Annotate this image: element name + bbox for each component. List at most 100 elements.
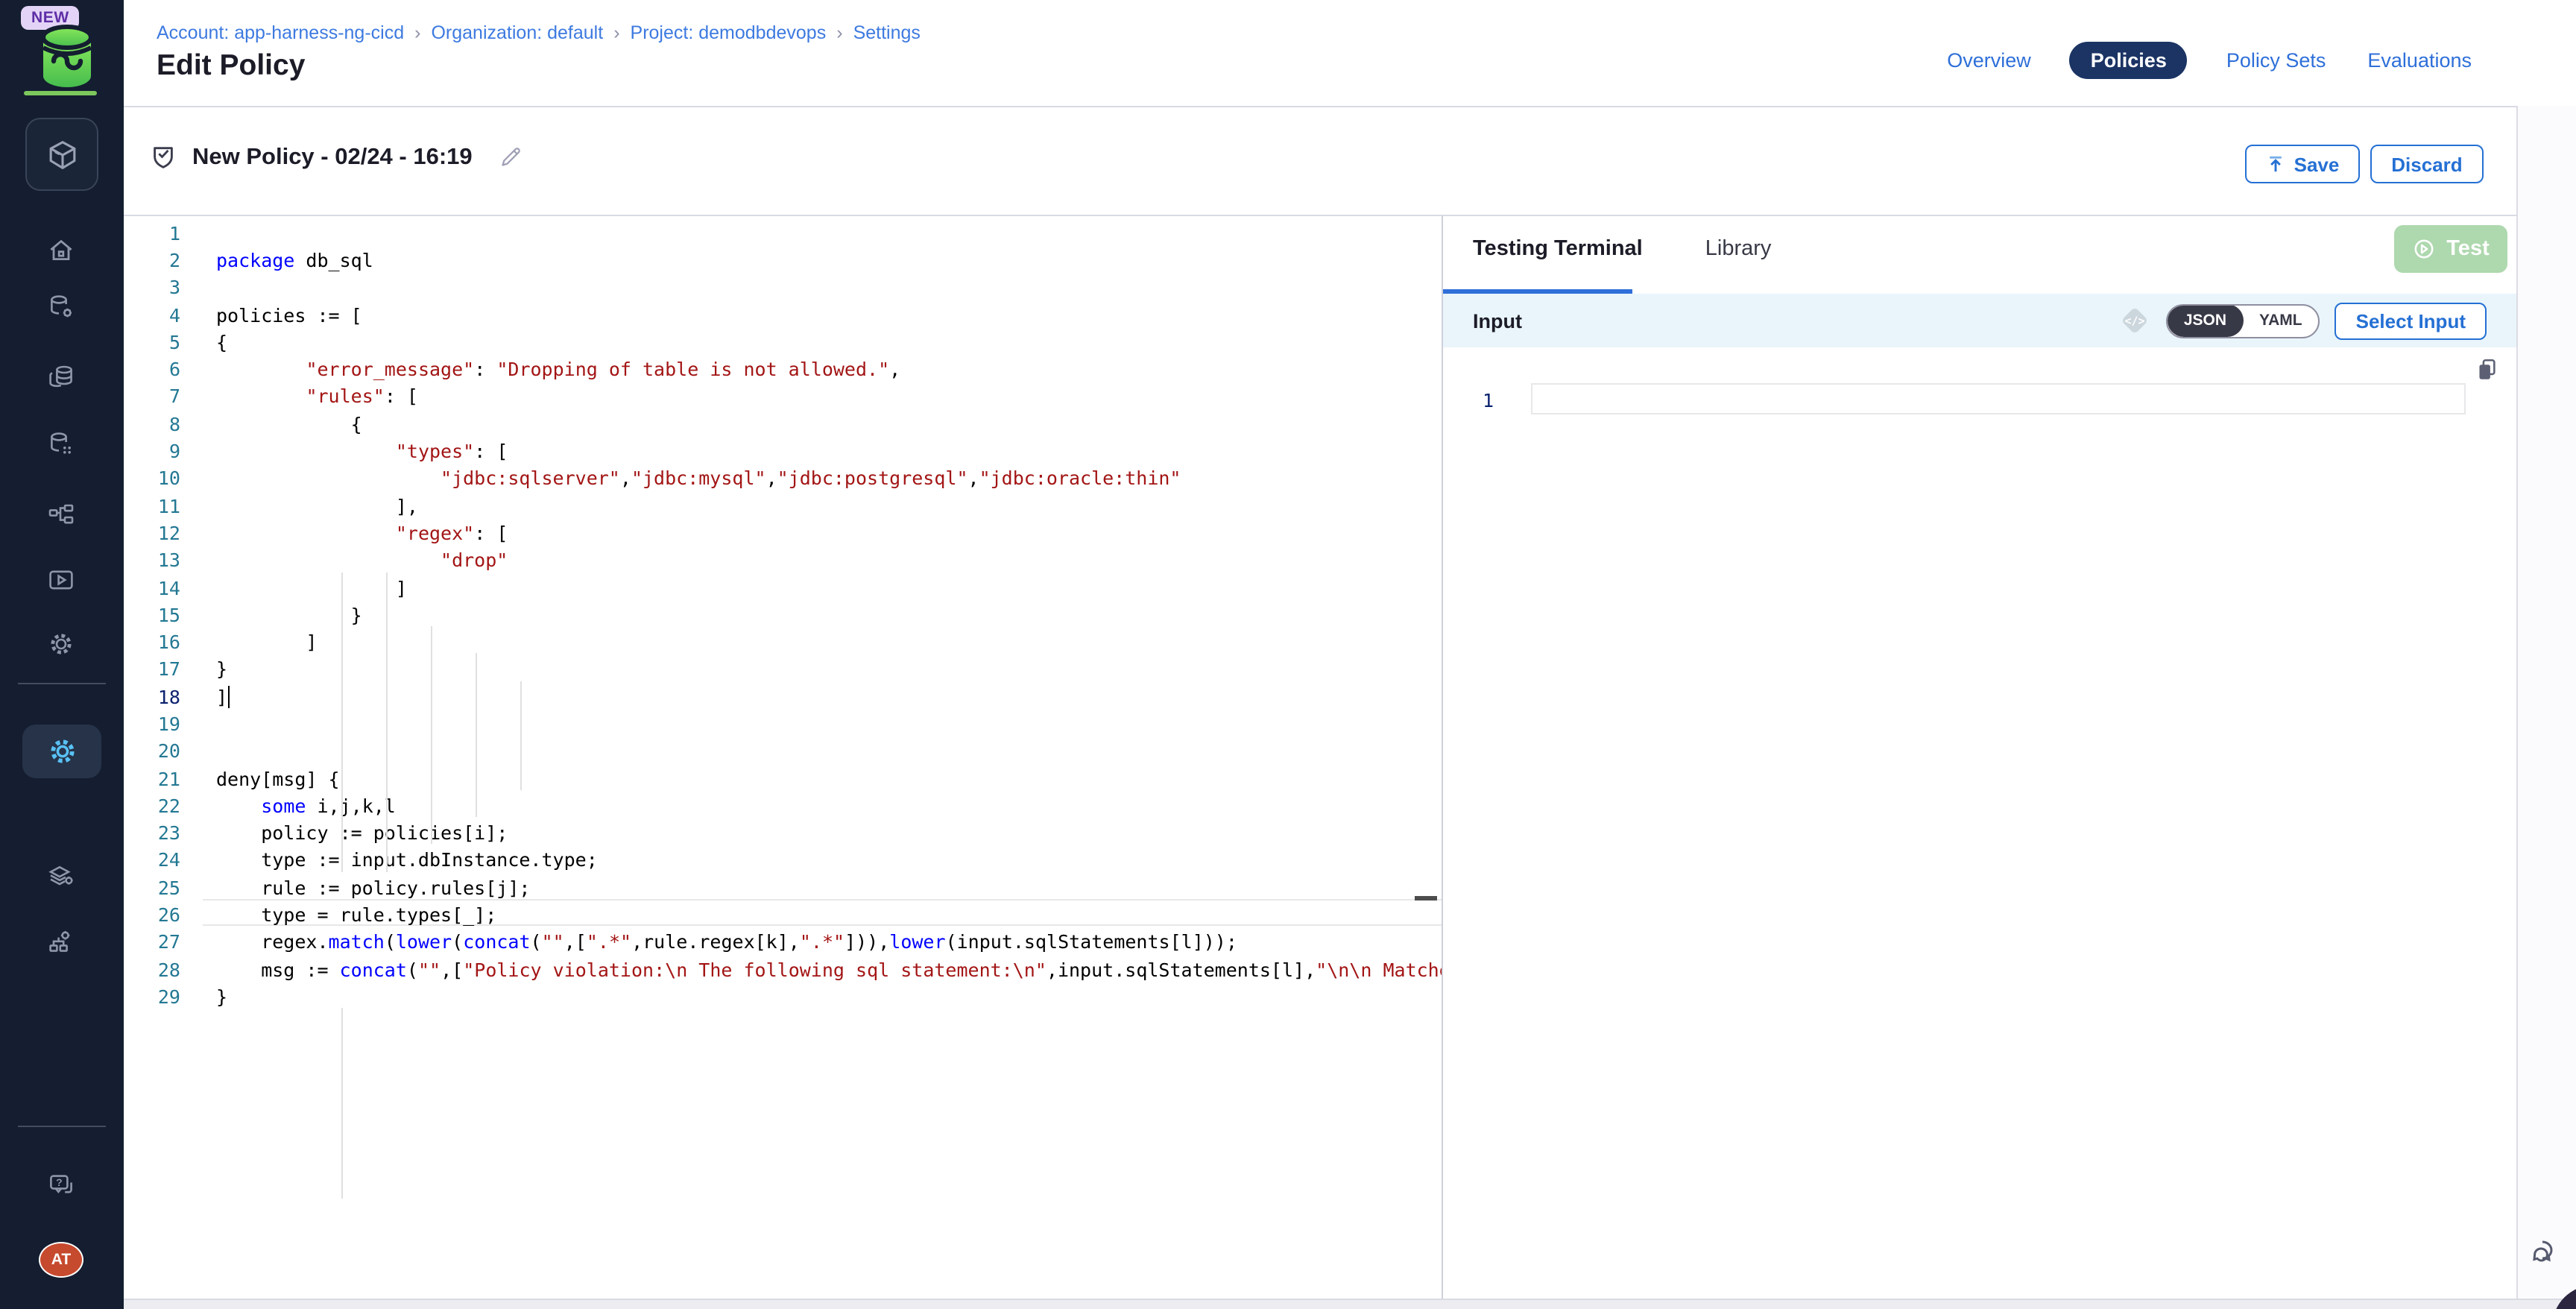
code-line[interactable]: 8 { <box>124 410 1442 438</box>
code-line[interactable]: 7 "rules": [ <box>124 383 1442 411</box>
sidebar-item-db-instances[interactable] <box>34 422 88 467</box>
input-current-line[interactable] <box>1531 383 2466 414</box>
code-line[interactable]: 14 ] <box>124 574 1442 602</box>
code-line[interactable]: 23 policy := policies[i]; <box>124 819 1442 847</box>
code-text: "regex": [ <box>216 522 508 544</box>
harness-db-devops-logo-icon[interactable] <box>36 24 98 92</box>
code-line[interactable]: 16 ] <box>124 628 1442 656</box>
code-line[interactable]: 28 msg := concat("",["Policy violation:\… <box>124 956 1442 983</box>
code-line[interactable]: 1 <box>124 219 1442 247</box>
code-line[interactable]: 24 type := input.dbInstance.type; <box>124 847 1442 874</box>
sidebar-item-executions[interactable] <box>34 558 88 602</box>
code-line[interactable]: 12 "regex": [ <box>124 520 1442 547</box>
code-line[interactable]: 9 "types": [ <box>124 438 1442 465</box>
input-label: Input <box>1473 309 1522 332</box>
code-text: "jdbc:sqlserver","jdbc:mysql","jdbc:post… <box>216 467 1181 490</box>
code-line[interactable]: 27 regex.match(lower(concat("",[".*",rul… <box>124 928 1442 956</box>
sidebar-divider <box>18 683 106 684</box>
format-option-json[interactable]: JSON <box>2168 304 2243 337</box>
settings-gear-icon <box>45 735 78 768</box>
line-number: 29 <box>124 985 180 1008</box>
sidebar-item-pipelines[interactable] <box>34 493 88 538</box>
nav-link-policies[interactable]: Policies <box>2070 42 2188 79</box>
line-number: 23 <box>124 821 180 844</box>
code-text: ] <box>216 685 230 707</box>
code-text: } <box>216 985 227 1008</box>
nav-link-evaluations[interactable]: Evaluations <box>2364 42 2475 79</box>
page-right-strip <box>2516 106 2576 1309</box>
breadcrumb-item[interactable]: Settings <box>853 22 921 43</box>
format-toggle[interactable]: JSONYAML <box>2166 303 2320 338</box>
code-line[interactable]: 10 "jdbc:sqlserver","jdbc:mysql","jdbc:p… <box>124 464 1442 492</box>
code-line[interactable]: 4policies := [ <box>124 301 1442 329</box>
code-line[interactable]: 5{ <box>124 328 1442 356</box>
code-line[interactable]: 26 type = rule.types[_]; <box>124 901 1442 929</box>
code-line[interactable]: 19 <box>124 710 1442 738</box>
play-circle-icon <box>2412 237 2436 261</box>
code-line[interactable]: 2package db_sql <box>124 247 1442 274</box>
code-line[interactable]: 11 ], <box>124 492 1442 520</box>
code-line[interactable]: 25 rule := policy.rules[j]; <box>124 874 1442 901</box>
breadcrumb-item[interactable]: Project: demodbdevops <box>631 22 827 43</box>
input-bar: Input </> JSONYAML Select Input <box>1443 294 2516 347</box>
user-avatar[interactable]: AT <box>39 1242 83 1278</box>
line-number: 12 <box>124 522 180 544</box>
breadcrumb-item[interactable]: Account: app-harness-ng-cicd <box>157 22 404 43</box>
copy-icon[interactable] <box>2475 356 2500 383</box>
code-line[interactable]: 20 <box>124 737 1442 765</box>
policy-code-editor[interactable]: 12package db_sql34policies := [5{6 "erro… <box>124 216 1442 1299</box>
tab-testing-terminal[interactable]: Testing Terminal <box>1473 237 1643 261</box>
sidebar-item-gear[interactable] <box>34 622 88 666</box>
code-line[interactable]: 17} <box>124 656 1442 684</box>
upload-arrow-icon <box>2266 154 2285 174</box>
format-option-yaml[interactable]: YAML <box>2243 304 2319 337</box>
indent-guide <box>385 572 387 872</box>
code-line[interactable]: 3 <box>124 274 1442 301</box>
code-line[interactable]: 29} <box>124 983 1442 1011</box>
test-button[interactable]: Test <box>2394 225 2507 273</box>
text-cursor <box>227 685 230 707</box>
select-input-button[interactable]: Select Input <box>2335 302 2487 339</box>
code-line[interactable]: 18] <box>124 683 1442 710</box>
discard-button[interactable]: Discard <box>2370 145 2484 183</box>
line-number: 8 <box>124 412 180 435</box>
sidebar-item-db-schemas[interactable] <box>34 353 88 398</box>
chat-bubbles-icon[interactable] <box>2528 1237 2561 1273</box>
code-text: policy := policies[i]; <box>216 821 508 844</box>
sidebar-item-infrastructure-settings[interactable] <box>34 920 88 965</box>
line-number: 27 <box>124 931 180 953</box>
code-line[interactable]: 21deny[msg] { <box>124 765 1442 792</box>
code-line[interactable]: 15 } <box>124 601 1442 628</box>
line-number: 25 <box>124 877 180 899</box>
testing-panel: Testing Terminal Library Test Input </> J… <box>1443 216 2516 1299</box>
code-line[interactable]: 6 "error_message": "Dropping of table is… <box>124 356 1442 383</box>
line-number: 15 <box>124 604 180 626</box>
tab-library[interactable]: Library <box>1705 237 1772 261</box>
top-nav: Overview Policies Policy Sets Evaluations <box>1923 42 2475 79</box>
coins-stack-icon <box>46 361 76 391</box>
sidebar-item-module-selector[interactable] <box>25 118 98 191</box>
line-number: 21 <box>124 767 180 789</box>
sidebar-item-home[interactable] <box>34 228 88 273</box>
sidebar-item-layers-settings[interactable] <box>34 854 88 899</box>
line-number: 17 <box>124 658 180 681</box>
code-text: regex.match(lower(concat("",[".*",rule.r… <box>216 931 1237 953</box>
line-number: 14 <box>124 576 180 599</box>
save-button[interactable]: Save <box>2245 145 2360 183</box>
input-editor-line[interactable]: 1 <box>1443 385 1494 414</box>
line-number: 10 <box>124 467 180 490</box>
sidebar-item-settings-active[interactable] <box>22 725 101 778</box>
code-line[interactable]: 22 some i,j,k,l <box>124 792 1442 819</box>
indent-guide <box>520 681 521 789</box>
policy-title-group: New Policy - 02/24 - 16:19 <box>149 143 522 171</box>
code-line[interactable]: 13 "drop" <box>124 546 1442 574</box>
indent-guide <box>475 654 476 818</box>
nav-link-policy-sets[interactable]: Policy Sets <box>2223 42 2329 79</box>
code-text: ], <box>216 494 418 517</box>
sidebar-item-database-settings[interactable] <box>34 285 88 329</box>
edit-pencil-icon[interactable] <box>499 146 522 168</box>
sidebar-item-help[interactable]: ? <box>34 1163 88 1208</box>
breadcrumb-item[interactable]: Organization: default <box>431 22 603 43</box>
nav-link-overview[interactable]: Overview <box>1944 42 2034 79</box>
code-text: policies := [ <box>216 303 362 326</box>
